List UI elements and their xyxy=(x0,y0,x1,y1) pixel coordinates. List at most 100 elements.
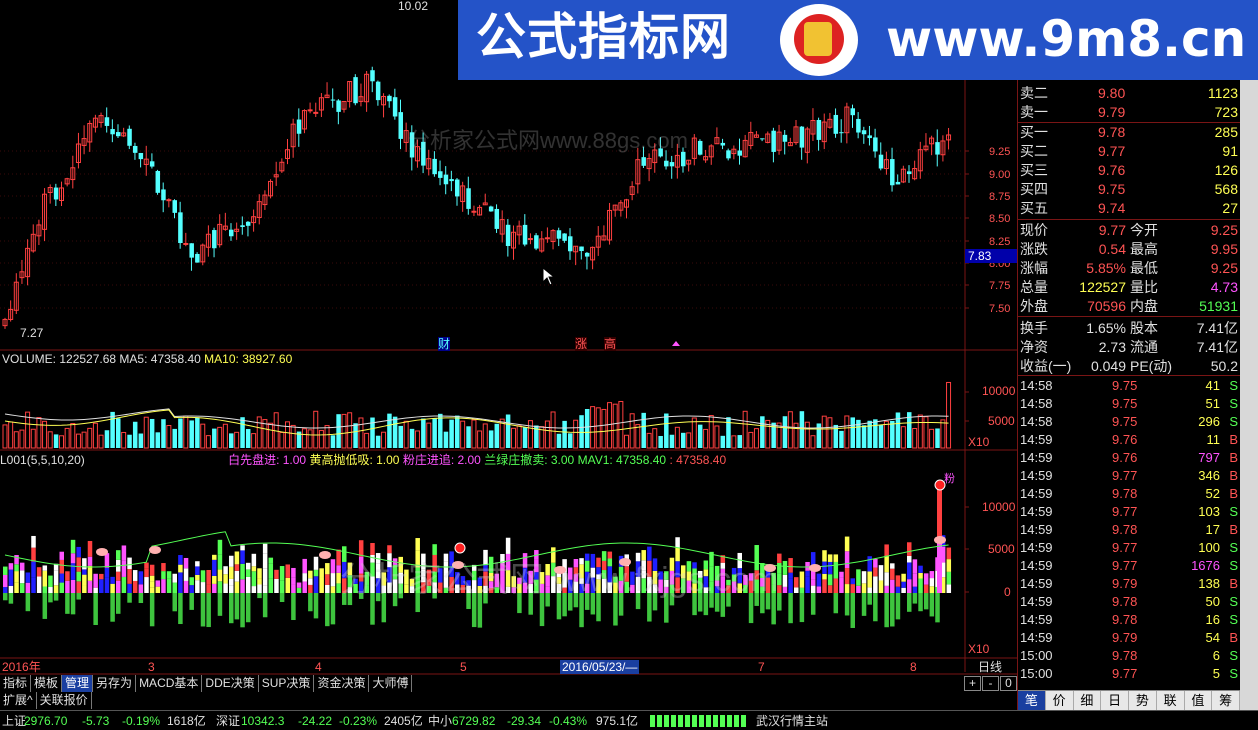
indicator-bar xyxy=(116,571,121,581)
indicator-bar xyxy=(229,566,234,579)
indicator-bar xyxy=(8,563,14,570)
indicator-bar xyxy=(82,569,87,575)
bottom-tab-5[interactable]: DDE决策 xyxy=(202,675,259,692)
indicator-bar xyxy=(794,587,799,593)
volume-bar xyxy=(222,423,228,449)
right-tab-5[interactable]: 联 xyxy=(1157,691,1185,710)
quote-key-2: 内盘 xyxy=(1130,298,1158,314)
indicator-bar xyxy=(901,581,906,588)
bottom-tab-8[interactable]: 大师傅 xyxy=(369,675,413,692)
indicator-bar xyxy=(183,568,189,581)
volume-bar xyxy=(455,415,460,448)
marker-gao[interactable]: 高 xyxy=(604,337,617,351)
order-row[interactable]: 卖一 9.79 723 xyxy=(1018,103,1240,121)
candle-body xyxy=(398,112,403,139)
volume-bar xyxy=(155,432,161,448)
right-tab-2[interactable]: 细 xyxy=(1074,691,1102,710)
indicator-bar xyxy=(251,553,257,567)
marker-cai[interactable]: 财 xyxy=(438,337,451,351)
volume-bar xyxy=(641,412,646,448)
indicator-bar xyxy=(189,577,194,586)
sz-percent: -0.23% xyxy=(339,714,378,728)
bottom-tab-2[interactable]: 管理 xyxy=(62,675,94,692)
tick-time: 14:58 xyxy=(1020,396,1053,411)
bottom-tab-3[interactable]: 另存为 xyxy=(93,675,137,692)
volume-bar xyxy=(895,412,901,448)
indicator-bar xyxy=(178,572,183,587)
watermark-1: 分析家公式网www.88gs.com xyxy=(408,128,688,153)
indicator-neg-bar xyxy=(217,593,223,616)
order-label: 买四 xyxy=(1020,181,1048,197)
order-row[interactable]: 买一 9.78 285 xyxy=(1018,123,1240,141)
indicator-bar xyxy=(262,585,268,593)
indicator-bar xyxy=(330,573,336,587)
indicator-bar xyxy=(822,573,827,580)
volume-bar xyxy=(387,413,392,448)
indicator-neg-bar xyxy=(8,593,14,604)
order-row[interactable]: 卖二 9.80 1123 xyxy=(1018,84,1240,102)
indicator-bar xyxy=(172,582,177,593)
tick-row: 14:59 9.77 103 S xyxy=(1018,503,1240,521)
volume-bar xyxy=(624,434,629,449)
extend-tab-0[interactable]: 扩展^ xyxy=(0,692,37,709)
tick-row: 14:58 9.75 51 S xyxy=(1018,395,1240,413)
bottom-tab-4[interactable]: MACD基本 xyxy=(136,675,203,692)
indicator-l3: 粉庄进追: 2.00 xyxy=(402,453,481,467)
volume-bar xyxy=(301,428,307,449)
tick-side: B xyxy=(1229,432,1238,447)
volume-bar xyxy=(36,417,42,449)
indicator-name[interactable]: L001(5,5,10,20) xyxy=(0,453,85,467)
zoom-button-0[interactable]: + xyxy=(964,676,981,691)
order-row[interactable]: 买三 9.76 126 xyxy=(1018,161,1240,179)
right-tab-7[interactable]: 筹 xyxy=(1212,691,1240,710)
bottom-tab-7[interactable]: 资金决策 xyxy=(314,675,370,692)
quote-key: 外盘 xyxy=(1020,298,1048,314)
zoom-button-1[interactable]: - xyxy=(982,676,999,691)
station-name[interactable]: 武汉行情主站 xyxy=(756,711,828,730)
indicator-bar xyxy=(912,573,918,587)
indicator-bar xyxy=(25,582,31,593)
order-row[interactable]: 买二 9.77 91 xyxy=(1018,142,1240,160)
volume-ma5: MA5: 47358.40 xyxy=(119,352,201,366)
order-price: 9.76 xyxy=(1098,162,1126,178)
tick-volume: 797 xyxy=(1198,450,1220,465)
order-row[interactable]: 买四 9.75 568 xyxy=(1018,180,1240,198)
right-toolbar[interactable] xyxy=(1240,80,1258,710)
right-tab-4[interactable]: 势 xyxy=(1129,691,1157,710)
tick-price: 9.75 xyxy=(1112,414,1138,429)
zoom-button-2[interactable]: 0 xyxy=(1000,676,1017,691)
indicator-bar xyxy=(82,585,87,593)
indicator-bar xyxy=(42,586,48,593)
bottom-tab-6[interactable]: SUP决策 xyxy=(258,675,315,692)
indicator-bar xyxy=(805,576,810,593)
indicator-neg-bar xyxy=(149,593,155,627)
indicator-bar xyxy=(212,583,217,593)
right-tab-6[interactable]: 值 xyxy=(1185,691,1213,710)
volume-value: VOLUME: 122527.68 xyxy=(2,352,117,366)
indicator-unit: X10 xyxy=(968,642,990,656)
indicator-bar xyxy=(14,582,19,593)
bottom-tab-0[interactable]: 指标 xyxy=(0,675,32,692)
right-tab-1[interactable]: 价 xyxy=(1046,691,1074,710)
indicator-bar xyxy=(240,563,245,580)
indicator-bar xyxy=(873,558,878,568)
order-price: 9.78 xyxy=(1098,124,1126,140)
period-label[interactable]: 日线 xyxy=(978,660,1002,674)
volume-bar xyxy=(268,422,274,449)
tick-time: 14:59 xyxy=(1020,432,1053,447)
marker-zhang[interactable]: 涨 xyxy=(575,337,588,351)
indicator-bar xyxy=(794,577,799,588)
tick-time: 14:59 xyxy=(1020,594,1053,609)
volume-bar xyxy=(172,428,177,448)
bottom-tab-1[interactable]: 模板 xyxy=(31,675,63,692)
indicator-bar xyxy=(782,574,788,587)
extend-tab-1[interactable]: 关联报价 xyxy=(36,692,92,709)
tick-time: 14:59 xyxy=(1020,450,1053,465)
right-tab-0[interactable]: 笔 xyxy=(1018,691,1046,710)
volume-bar xyxy=(336,414,341,448)
indicator-bar xyxy=(116,550,121,560)
right-tab-3[interactable]: 日 xyxy=(1101,691,1129,710)
order-row[interactable]: 买五 9.74 27 xyxy=(1018,199,1240,217)
indicator-bar xyxy=(262,568,268,586)
volume-bar xyxy=(358,417,364,449)
